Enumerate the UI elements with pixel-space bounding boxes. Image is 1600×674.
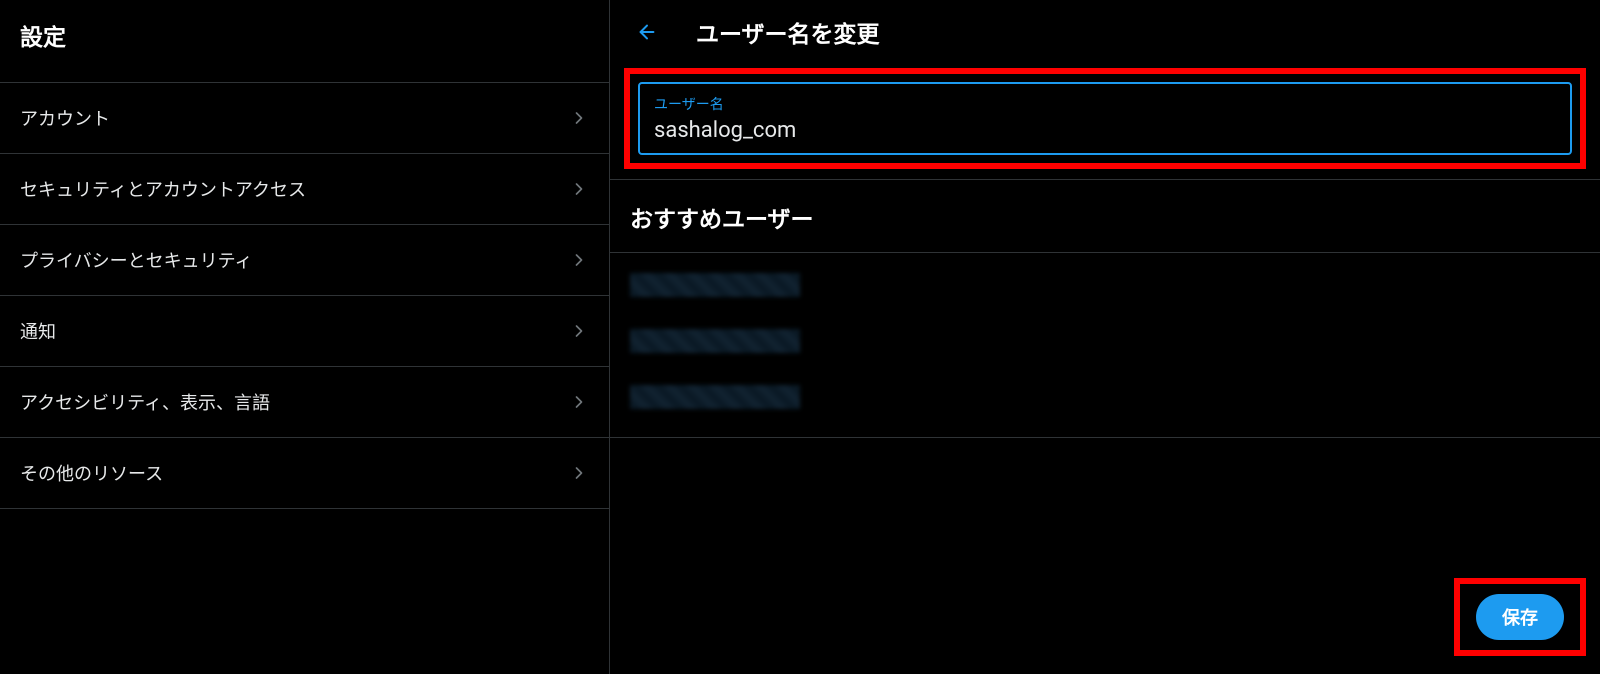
sidebar-item-notifications[interactable]: 通知 — [0, 296, 609, 367]
chevron-right-icon — [569, 463, 589, 483]
username-label: ユーザー名 — [654, 94, 1556, 114]
sidebar-item-security[interactable]: セキュリティとアカウントアクセス — [0, 154, 609, 225]
username-field-wrapper[interactable]: ユーザー名 — [638, 82, 1572, 155]
arrow-left-icon — [636, 21, 658, 43]
suggestion-item[interactable] — [630, 385, 800, 409]
suggestions-header: おすすめユーザー — [610, 180, 1600, 253]
sidebar-item-label: 通知 — [20, 318, 56, 344]
settings-sidebar: 設定 アカウント セキュリティとアカウントアクセス プライバシーとセキュリティ … — [0, 0, 610, 674]
chevron-right-icon — [569, 392, 589, 412]
sidebar-item-label: アクセシビリティ、表示、言語 — [20, 389, 270, 415]
save-section: 保存 — [1454, 578, 1586, 656]
settings-title: 設定 — [0, 0, 609, 83]
username-input[interactable] — [654, 118, 1556, 143]
chevron-right-icon — [569, 108, 589, 128]
sidebar-item-label: セキュリティとアカウントアクセス — [20, 176, 306, 202]
suggestions-list — [610, 253, 1600, 438]
sidebar-item-privacy[interactable]: プライバシーとセキュリティ — [0, 225, 609, 296]
highlight-annotation: 保存 — [1454, 578, 1586, 656]
detail-header: ユーザー名を変更 — [610, 0, 1600, 64]
detail-title: ユーザー名を変更 — [696, 15, 880, 49]
sidebar-item-label: アカウント — [20, 105, 110, 131]
save-button[interactable]: 保存 — [1476, 594, 1564, 640]
highlight-annotation: ユーザー名 — [624, 68, 1586, 169]
sidebar-item-label: その他のリソース — [20, 460, 163, 486]
suggestions-title: おすすめユーザー — [630, 200, 1580, 234]
back-button[interactable] — [630, 15, 664, 49]
suggestion-item[interactable] — [630, 273, 800, 297]
chevron-right-icon — [569, 250, 589, 270]
sidebar-item-other[interactable]: その他のリソース — [0, 438, 609, 509]
sidebar-item-accessibility[interactable]: アクセシビリティ、表示、言語 — [0, 367, 609, 438]
chevron-right-icon — [569, 179, 589, 199]
suggestion-item[interactable] — [630, 329, 800, 353]
detail-panel: ユーザー名を変更 ユーザー名 おすすめユーザー 保存 — [610, 0, 1600, 674]
chevron-right-icon — [569, 321, 589, 341]
sidebar-item-account[interactable]: アカウント — [0, 83, 609, 154]
sidebar-item-label: プライバシーとセキュリティ — [20, 247, 253, 273]
username-input-section: ユーザー名 — [610, 64, 1600, 180]
